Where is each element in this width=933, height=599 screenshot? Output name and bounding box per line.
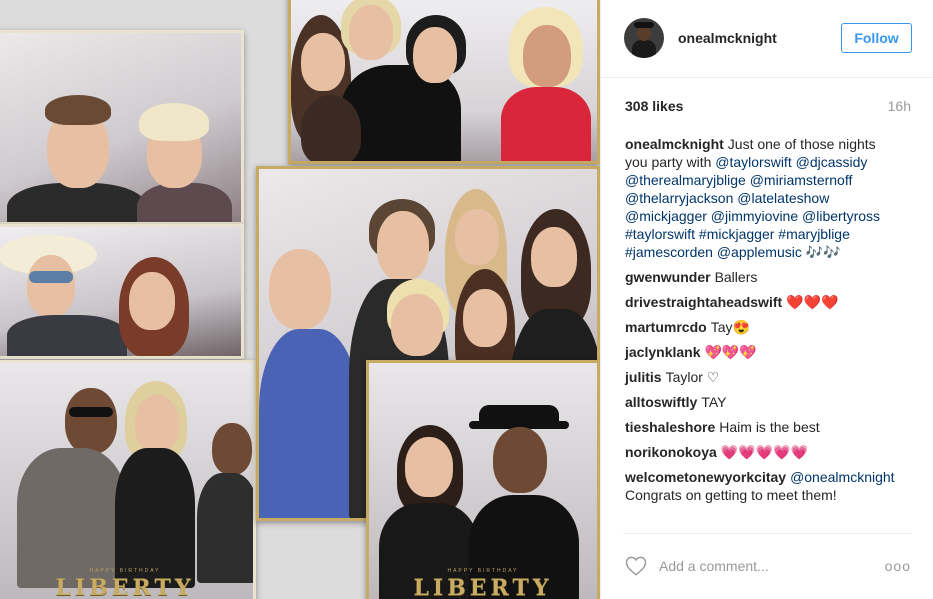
add-comment-input[interactable] bbox=[659, 556, 869, 576]
comment-username[interactable]: gwenwunder bbox=[625, 269, 711, 285]
comment-text: 💖💖💖 bbox=[704, 344, 757, 360]
post-header: onealmcknight Follow bbox=[601, 0, 933, 78]
comment-item: jaclynklank 💖💖💖 bbox=[625, 343, 917, 361]
caption-line: @therealmaryjblige @miriamsternoff bbox=[625, 171, 917, 189]
mention-link[interactable]: @jimmyiovine bbox=[711, 208, 798, 224]
mention-link[interactable]: @djcassidy bbox=[796, 154, 868, 170]
comment-item: martumrcdo Tay😍 bbox=[625, 318, 917, 336]
comment-username[interactable]: jaclynklank bbox=[625, 344, 701, 360]
comments-list: onealmcknight Just one of those nights you… bbox=[625, 135, 917, 511]
caption-line: #taylorswift #mickjagger #maryjblige bbox=[625, 225, 917, 243]
comment-username[interactable]: tieshaleshore bbox=[625, 419, 715, 435]
caption-line: #jamescorden @applemusic 🎶🎶 bbox=[625, 243, 917, 261]
comment-item: gwenwunder Ballers bbox=[625, 268, 917, 286]
comment-text: Taylor ♡ bbox=[665, 369, 720, 385]
comment-item: tieshaleshore Haim is the best bbox=[625, 418, 917, 436]
more-options-icon[interactable]: ooo bbox=[885, 558, 911, 574]
user-avatar[interactable] bbox=[624, 18, 664, 58]
comment-username[interactable]: martumrcdo bbox=[625, 319, 707, 335]
caption-text: Just one of those nights bbox=[727, 136, 876, 152]
caption: onealmcknight Just one of those nights you… bbox=[625, 135, 917, 261]
mention-link[interactable]: @taylorswift bbox=[715, 154, 791, 170]
mention-link[interactable]: @libertyross bbox=[802, 208, 880, 224]
comment-item: julitis Taylor ♡ bbox=[625, 368, 917, 386]
comment-text: 💗💗💗💗💗 bbox=[720, 444, 808, 460]
comment-item: norikonokoya 💗💗💗💗💗 bbox=[625, 443, 917, 461]
follow-button[interactable]: Follow bbox=[841, 23, 912, 53]
photo-strip-2 bbox=[0, 224, 244, 359]
mention-link[interactable]: #maryjblige bbox=[778, 226, 850, 242]
comment-username[interactable]: welcometonewyorkcitay bbox=[625, 469, 786, 485]
photo-strip-3: HAPPY BIRTHDAY LIBERTY bbox=[0, 360, 256, 599]
divider bbox=[623, 533, 912, 534]
comment-username[interactable]: alltoswiftly bbox=[625, 394, 697, 410]
mention-link[interactable]: @miriamsternoff bbox=[750, 172, 853, 188]
mention-link[interactable]: @latelateshow bbox=[737, 190, 829, 206]
photo-brand-text: LIBERTY bbox=[55, 575, 195, 599]
comment-item: welcometonewyorkcitay @onealmcknight Congr… bbox=[625, 468, 917, 504]
post-details-panel: onealmcknight Follow 308 likes 16h oneal… bbox=[600, 0, 933, 599]
photo-strip-1 bbox=[0, 30, 244, 225]
post-photo[interactable]: HAPPY BIRTHDAY LIBERTY HAPPY BIRTHDAY LI… bbox=[0, 0, 600, 599]
post-timestamp[interactable]: 16h bbox=[888, 98, 911, 114]
mention-link[interactable]: @applemusic bbox=[717, 244, 802, 260]
comment-text: ❤️❤️❤️ bbox=[786, 294, 839, 310]
mention-link[interactable]: #jamescorden bbox=[625, 244, 713, 260]
photo-brand-text-2: LIBERTY bbox=[413, 575, 553, 599]
mention-link[interactable]: @mickjagger bbox=[625, 208, 707, 224]
caption-line: you party with @taylorswift @djcassidy bbox=[625, 153, 917, 171]
likes-count[interactable]: 308 likes bbox=[625, 98, 683, 114]
comment-item: drivestraightaheadswift ❤️❤️❤️ bbox=[625, 293, 917, 311]
photo-strip-6: HAPPY BIRTHDAY LIBERTY bbox=[366, 360, 600, 599]
caption-line: onealmcknight Just one of those nights bbox=[625, 135, 917, 153]
mention-link[interactable]: @thelarryjackson bbox=[625, 190, 733, 206]
caption-username[interactable]: onealmcknight bbox=[625, 136, 724, 152]
mention-link[interactable]: #taylorswift bbox=[625, 226, 695, 242]
photo-strip-4 bbox=[288, 0, 600, 164]
caption-line: @thelarryjackson @latelateshow bbox=[625, 189, 917, 207]
mention-link[interactable]: @onealmcknight bbox=[790, 469, 895, 485]
comment-item: alltoswiftly TAY bbox=[625, 393, 917, 411]
photo-banner-text-2: HAPPY BIRTHDAY bbox=[447, 568, 519, 574]
heart-outline-icon[interactable] bbox=[625, 556, 647, 576]
username-link[interactable]: onealmcknight bbox=[678, 30, 777, 46]
mention-link[interactable]: @therealmaryjblige bbox=[625, 172, 746, 188]
mention-link[interactable]: #mickjagger bbox=[699, 226, 774, 242]
comment-username[interactable]: julitis bbox=[625, 369, 662, 385]
comment-username[interactable]: drivestraightaheadswift bbox=[625, 294, 782, 310]
caption-text: 🎶🎶 bbox=[801, 244, 841, 260]
caption-line: @mickjagger @jimmyiovine @libertyross bbox=[625, 207, 917, 225]
comment-text: Haim is the best bbox=[719, 419, 820, 435]
comment-text: Tay😍 bbox=[710, 319, 750, 335]
comment-username[interactable]: norikonokoya bbox=[625, 444, 717, 460]
comment-text: Congrats on getting to meet them! bbox=[625, 487, 837, 503]
comment-text: Ballers bbox=[714, 269, 758, 285]
photo-banner-text: HAPPY BIRTHDAY bbox=[89, 568, 161, 574]
caption-text: you party with bbox=[625, 154, 716, 170]
comment-text: TAY bbox=[701, 394, 727, 410]
